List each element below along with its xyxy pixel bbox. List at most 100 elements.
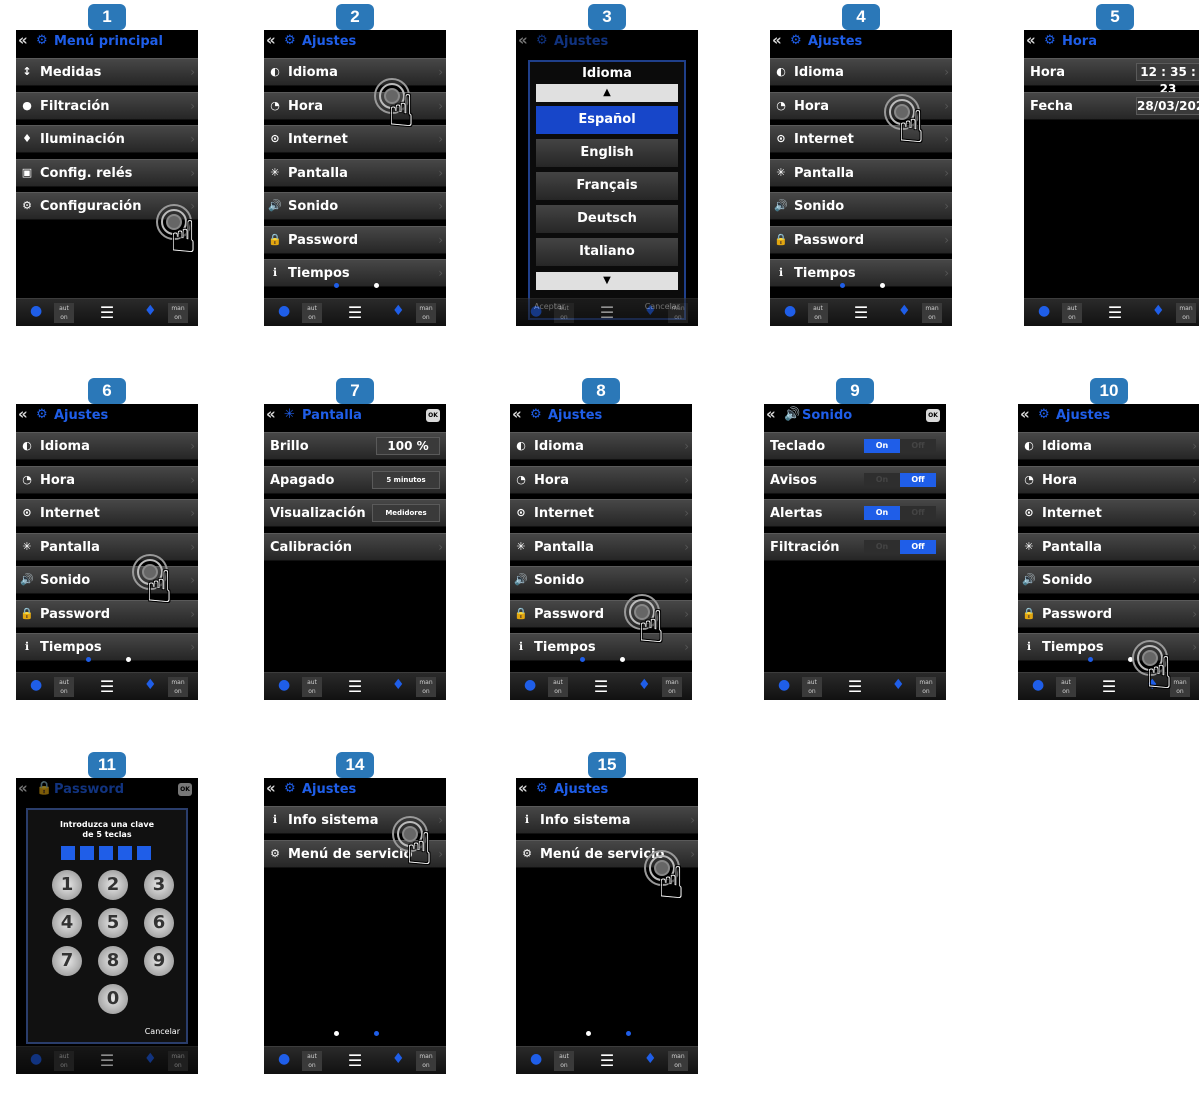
ok-button[interactable]: OK [426,409,440,422]
auto-mode-button[interactable]: aut on [548,677,568,697]
back-chevron-icon[interactable]: « [518,31,528,49]
back-chevron-icon[interactable]: « [266,405,276,423]
page-dot[interactable] [880,283,885,288]
menu-item[interactable]: ◔ Hora › [770,91,952,120]
menu-item[interactable]: 🔊 Sonido › [770,192,952,220]
lamp-icon[interactable]: ♦ [638,677,651,693]
page-dot[interactable] [586,1031,591,1036]
language-option[interactable]: English [536,139,678,167]
language-option[interactable]: Deutsch [536,205,678,233]
menu-item[interactable]: 🔊 Sonido › [1018,566,1199,594]
menu-item[interactable]: ◐ Idioma › [1018,432,1199,460]
menu-item[interactable]: ◔ Hora › [510,465,692,494]
menu-item[interactable]: ◐ Idioma › [16,432,198,460]
menu-item[interactable]: ⚙ Menú de servicio › [264,839,446,868]
switch-off[interactable]: Off [900,506,936,520]
manual-mode-button[interactable]: man on [668,1051,688,1071]
menu-item[interactable]: ℹ Info sistema › [516,806,698,834]
manual-mode-button[interactable]: man on [416,303,436,323]
switch-off[interactable]: Off [900,472,936,487]
switch-on[interactable]: On [864,439,900,453]
keypad-key[interactable]: 4 [52,908,82,938]
page-dot[interactable] [374,283,379,288]
setting-value[interactable]: 100 % [376,437,440,455]
back-chevron-icon[interactable]: « [266,779,276,797]
pump-icon[interactable]: ● [524,677,536,693]
back-chevron-icon[interactable]: « [1026,31,1036,49]
menu-list-icon[interactable]: ☰ [590,678,612,696]
language-option[interactable]: Español [536,106,678,134]
keypad-key[interactable]: 6 [144,908,174,938]
lamp-icon[interactable]: ♦ [892,677,905,693]
menu-item[interactable]: ◐ Idioma › [264,58,446,86]
auto-mode-button[interactable]: aut on [554,303,574,323]
menu-list-icon[interactable]: ☰ [344,304,366,322]
page-dot[interactable] [1088,657,1093,662]
pump-icon[interactable]: ● [278,677,290,693]
menu-list-icon[interactable]: ☰ [1098,678,1120,696]
auto-mode-button[interactable]: aut on [302,1051,322,1071]
page-dot[interactable] [580,657,585,662]
auto-mode-button[interactable]: aut on [54,1051,74,1071]
scroll-up-icon[interactable]: ▲ [536,84,678,102]
setting-value[interactable]: 5 minutos [372,470,440,489]
auto-mode-button[interactable]: aut on [808,303,828,323]
manual-mode-button[interactable]: man on [168,1051,188,1071]
pump-icon[interactable]: ● [778,677,790,693]
lamp-icon[interactable]: ♦ [144,1051,157,1067]
setting-value[interactable]: 12 : 35 : 23 [1136,63,1199,96]
back-chevron-icon[interactable]: « [512,405,522,423]
auto-mode-button[interactable]: aut on [554,1051,574,1071]
menu-item[interactable]: ▣ Config. relés › [16,158,198,187]
switch-off[interactable]: Off [900,539,936,554]
menu-item[interactable]: ⊙ Internet › [16,499,198,527]
lamp-icon[interactable]: ♦ [392,1051,405,1067]
setting-value[interactable]: 28/03/2024 [1136,96,1199,115]
pump-icon[interactable]: ● [784,303,796,319]
menu-list-icon[interactable]: ☰ [96,1052,118,1070]
manual-mode-button[interactable]: man on [922,303,942,323]
on-off-switch[interactable]: On Off [864,506,936,520]
pump-icon[interactable]: ● [30,1051,42,1067]
menu-list-icon[interactable]: ☰ [96,304,118,322]
page-dot[interactable] [840,283,845,288]
menu-item[interactable]: 🔒 Password › [16,599,198,628]
menu-list-icon[interactable]: ☰ [96,678,118,696]
menu-item[interactable]: ⊙ Internet › [770,125,952,153]
menu-list-icon[interactable]: ☰ [1104,304,1126,322]
back-chevron-icon[interactable]: « [266,31,276,49]
switch-on[interactable]: On [864,539,900,554]
menu-list-icon[interactable]: ☰ [850,304,872,322]
menu-item[interactable]: ◐ Idioma › [770,58,952,86]
menu-item[interactable]: ✳ Pantalla › [770,158,952,187]
menu-item[interactable]: 🔊 Sonido › [264,192,446,220]
menu-item[interactable]: 🔒 Password › [1018,599,1199,628]
cancel-button[interactable]: Cancelar [145,1027,180,1036]
menu-item[interactable]: ◔ Hora › [1018,465,1199,494]
keypad-key[interactable]: 7 [52,946,82,976]
menu-item[interactable]: ● Filtración › [16,91,198,120]
pump-icon[interactable]: ● [1032,677,1044,693]
menu-item[interactable]: ⊙ Internet › [1018,499,1199,527]
menu-list-icon[interactable]: ☰ [344,678,366,696]
menu-item[interactable]: 🔊 Sonido › [16,566,198,594]
page-dot[interactable] [626,1031,631,1036]
page-dot[interactable] [126,657,131,662]
pump-icon[interactable]: ● [30,303,42,319]
on-off-switch[interactable]: On Off [864,539,936,554]
pump-icon[interactable]: ● [1038,303,1050,319]
on-off-switch[interactable]: On Off [864,439,936,453]
switch-off[interactable]: Off [900,439,936,453]
menu-list-icon[interactable]: ☰ [344,1052,366,1070]
back-chevron-icon[interactable]: « [18,405,28,423]
language-option[interactable]: Italiano [536,238,678,266]
lamp-icon[interactable]: ♦ [1146,677,1159,693]
menu-item[interactable]: ✳ Pantalla › [264,158,446,187]
menu-item[interactable]: 🔒 Password › [264,225,446,254]
manual-mode-button[interactable]: man on [916,677,936,697]
auto-mode-button[interactable]: aut on [1062,303,1082,323]
lamp-icon[interactable]: ♦ [144,677,157,693]
menu-item[interactable]: ◔ Hora › [16,465,198,494]
menu-item[interactable]: ♦ Iluminación › [16,125,198,153]
auto-mode-button[interactable]: aut on [802,677,822,697]
